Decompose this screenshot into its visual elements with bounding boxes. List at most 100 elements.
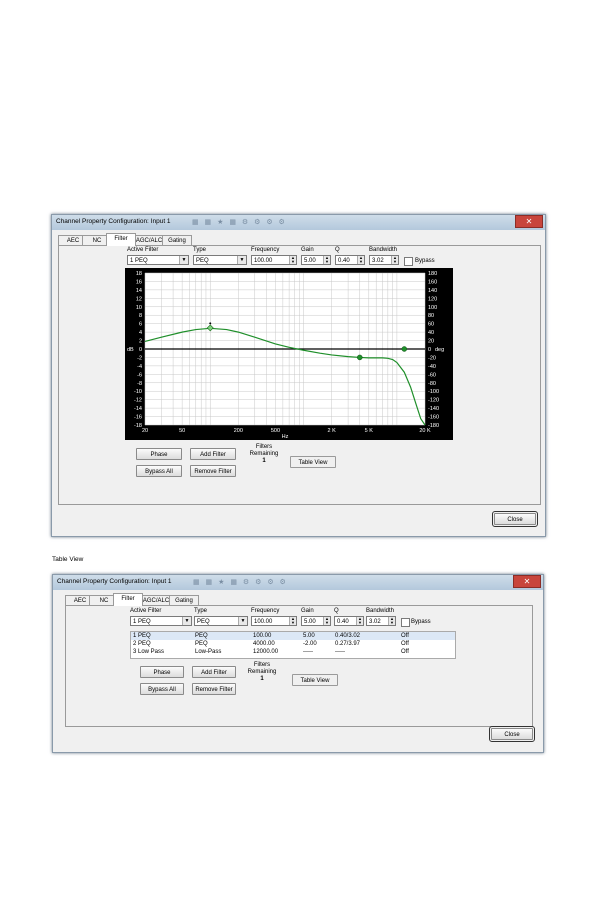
add-filter-button[interactable]: Add Filter — [192, 666, 236, 678]
y-tick-label: 10 — [136, 305, 142, 311]
spin-arrows-icon[interactable]: ▲ ▼ — [323, 617, 330, 625]
type-value: PEQ — [197, 619, 210, 625]
y-tick-label: 6 — [139, 322, 142, 328]
table-row[interactable]: 2 PEQ PEQ 4000.00 -2.00 0.27/3.97 Off — [131, 640, 455, 648]
y2-tick-label: -120 — [428, 398, 439, 404]
frequency-label: Frequency — [251, 247, 280, 253]
q-spinner[interactable]: 0.40 ▲ ▼ — [335, 255, 365, 265]
row-name: 3 Low Pass — [133, 649, 165, 655]
frequency-spinner[interactable]: 100.00 ▲ ▼ — [251, 255, 297, 265]
y-tick-label: 12 — [136, 296, 142, 302]
bypass-checkbox[interactable] — [401, 618, 410, 627]
spin-arrows-icon[interactable]: ▲ ▼ — [289, 256, 296, 264]
table-row[interactable]: 1 PEQ PEQ 100.00 5.00 0.40/3.02 Off — [131, 632, 455, 640]
table-view-button[interactable]: Table View — [290, 456, 336, 468]
phase-button[interactable]: Phase — [136, 448, 182, 460]
eq-response-chart[interactable]: 181614121086420-2-4-6-8-10-12-14-16-1818… — [125, 268, 453, 440]
y2-tick-label: -160 — [428, 415, 439, 421]
row-q: ----- — [335, 649, 345, 655]
y-axis-label: dB — [127, 347, 134, 353]
caption-table-view: Table View — [52, 556, 84, 563]
active-filter-label: Active Filter — [127, 247, 159, 253]
add-filter-button[interactable]: Add Filter — [190, 448, 236, 460]
remove-filter-button[interactable]: Remove Filter — [190, 465, 236, 477]
window-close-button[interactable]: ✕ — [515, 215, 543, 228]
row-frequency: 100.00 — [253, 633, 272, 639]
bypass-all-button[interactable]: Bypass All — [140, 683, 184, 695]
gain-label: Gain — [301, 247, 314, 253]
y-tick-label: 18 — [136, 271, 142, 277]
type-select[interactable]: PEQ ▼ — [194, 616, 248, 626]
window-title: Channel Property Configuration: Input 1 — [57, 578, 172, 585]
filter-table[interactable]: 1 PEQ PEQ 100.00 5.00 0.40/3.02 Off 2 PE… — [130, 631, 456, 659]
tab-filter[interactable]: Filter — [113, 593, 143, 606]
filters-remaining-label-2: Remaining — [249, 451, 279, 457]
window-close-button[interactable]: ✕ — [513, 575, 541, 588]
q-label: Q — [335, 247, 340, 253]
close-button[interactable]: Close — [489, 726, 535, 742]
chevron-down-icon[interactable]: ▼ — [238, 617, 247, 625]
y-tick-label: -18 — [134, 423, 142, 429]
type-value: PEQ — [196, 258, 209, 264]
chevron-down-icon[interactable]: ▼ — [179, 256, 188, 264]
y2-tick-label: 20 — [428, 339, 434, 345]
spin-arrows-icon[interactable]: ▲ ▼ — [323, 256, 330, 264]
remove-filter-button[interactable]: Remove Filter — [192, 683, 236, 695]
y-tick-label: 8 — [139, 313, 142, 319]
spin-arrows-icon[interactable]: ▲ ▼ — [391, 256, 398, 264]
gain-spinner[interactable]: 5.00 ▲ ▼ — [301, 255, 331, 265]
active-filter-select[interactable]: 1 PEQ ▼ — [130, 616, 192, 626]
active-filter-select[interactable]: 1 PEQ ▼ — [127, 255, 189, 265]
q-value: 0.40 — [337, 619, 349, 625]
tab-filter[interactable]: Filter — [106, 233, 136, 246]
frequency-value: 100.00 — [254, 619, 273, 625]
row-name: 1 PEQ — [133, 633, 151, 639]
bandwidth-spinner[interactable]: 3.02 ▲ ▼ — [369, 255, 399, 265]
table-view-button[interactable]: Table View — [292, 674, 338, 686]
y-tick-label: 4 — [139, 330, 142, 336]
chevron-down-icon[interactable]: ▼ — [182, 617, 191, 625]
handle-marker — [209, 322, 212, 325]
table-row[interactable]: 3 Low Pass Low-Pass 12000.00 ----- -----… — [131, 648, 455, 656]
filters-remaining: Filters Remaining 1 — [244, 444, 284, 465]
close-button[interactable]: Close — [492, 511, 538, 527]
y-tick-label: -10 — [134, 389, 142, 395]
gain-spinner[interactable]: 5.00 ▲ ▼ — [301, 616, 331, 626]
y-tick-label: -8 — [137, 381, 142, 387]
spin-arrows-icon[interactable]: ▲ ▼ — [356, 617, 363, 625]
type-label: Type — [193, 247, 207, 253]
config-window-graph: Channel Property Configuration: Input 1 … — [51, 214, 546, 537]
active-filter-label: Active Filter — [130, 608, 162, 614]
y-tick-label: -4 — [137, 364, 142, 370]
y2-tick-label: -60 — [428, 372, 436, 378]
bypass-all-button[interactable]: Bypass All — [136, 465, 182, 477]
frequency-spinner[interactable]: 100.00 ▲ ▼ — [251, 616, 297, 626]
active-filter-value: 1 PEQ — [133, 619, 151, 625]
spin-arrows-icon[interactable]: ▲ ▼ — [388, 617, 395, 625]
row-frequency: 4000.00 — [253, 641, 275, 647]
y2-tick-label: 40 — [428, 330, 434, 336]
chevron-down-icon[interactable]: ▼ — [237, 256, 246, 264]
x-tick-label: 200 — [234, 428, 243, 434]
y-tick-label: 0 — [139, 347, 142, 353]
y2-tick-label: 160 — [428, 279, 437, 285]
spin-arrows-icon[interactable]: ▲ ▼ — [289, 617, 296, 625]
window-title: Channel Property Configuration: Input 1 — [56, 218, 171, 225]
type-select[interactable]: PEQ ▼ — [193, 255, 247, 265]
bandwidth-spinner[interactable]: 3.02 ▲ ▼ — [366, 616, 396, 626]
row-status: Off — [401, 649, 409, 655]
filters-remaining-count: 1 — [262, 458, 266, 464]
spin-arrows-icon[interactable]: ▲ ▼ — [357, 256, 364, 264]
bandwidth-label: Bandwidth — [369, 247, 398, 253]
q-spinner[interactable]: 0.40 ▲ ▼ — [334, 616, 364, 626]
y2-tick-label: 60 — [428, 322, 434, 328]
filters-remaining-label-2: Remaining — [247, 669, 277, 675]
y-tick-label: -12 — [134, 398, 142, 404]
y2-tick-label: 120 — [428, 296, 437, 302]
filter-handle — [401, 346, 408, 352]
filters-remaining-label-1: Filters — [255, 444, 273, 450]
toolbar-icons: ▦ ▦ ★ ▦ ⚙ ⚙ ⚙ ⚙ — [192, 219, 287, 226]
bypass-checkbox[interactable] — [404, 257, 413, 266]
y2-tick-label: -40 — [428, 364, 436, 370]
phase-button[interactable]: Phase — [140, 666, 184, 678]
